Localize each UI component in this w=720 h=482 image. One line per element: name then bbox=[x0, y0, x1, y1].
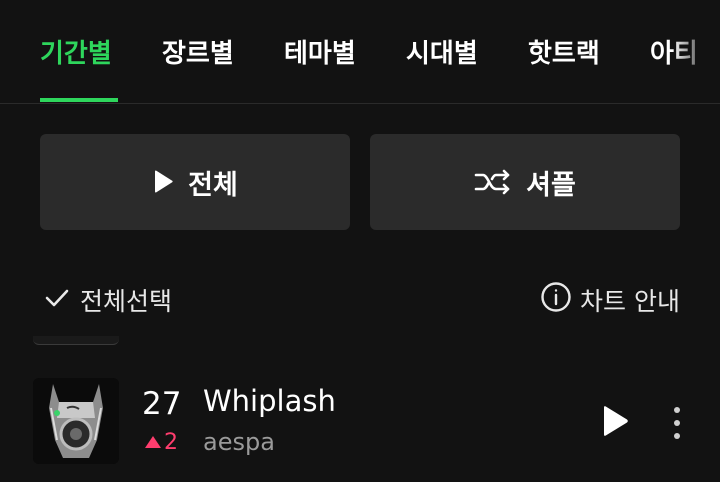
track-title: Whiplash bbox=[203, 384, 336, 418]
select-all-toggle[interactable]: 전체선택 bbox=[44, 282, 172, 318]
play-track-button[interactable] bbox=[600, 404, 630, 442]
tab-period[interactable]: 기간별 bbox=[40, 34, 112, 74]
shuffle-icon bbox=[474, 169, 512, 195]
play-icon bbox=[600, 406, 630, 442]
category-tabs: 기간별 장르별 테마별 시대별 핫트랙 아티 bbox=[0, 0, 720, 104]
track-row[interactable]: 27 2 Whiplash aespa bbox=[0, 372, 720, 472]
chart-info-button[interactable]: 차트 안내 bbox=[540, 282, 680, 318]
rank-change: 2 bbox=[144, 430, 178, 455]
play-icon bbox=[152, 169, 174, 195]
album-art[interactable] bbox=[33, 378, 119, 464]
rank-change-value: 2 bbox=[164, 430, 178, 455]
check-icon bbox=[44, 286, 70, 315]
track-artist[interactable]: aespa bbox=[203, 428, 275, 456]
tabs-fade-overlay bbox=[672, 30, 720, 82]
tab-genre[interactable]: 장르별 bbox=[162, 34, 234, 74]
tab-theme[interactable]: 테마별 bbox=[284, 34, 356, 74]
rank-up-icon bbox=[144, 430, 162, 455]
play-all-button[interactable]: 전체 bbox=[40, 134, 350, 230]
info-icon bbox=[540, 281, 572, 319]
tab-era[interactable]: 시대별 bbox=[406, 34, 478, 74]
tab-hot-track[interactable]: 핫트랙 bbox=[528, 34, 600, 74]
chart-info-label: 차트 안내 bbox=[580, 287, 680, 316]
track-rank: 27 bbox=[142, 386, 182, 422]
play-all-label: 전체 bbox=[188, 169, 238, 201]
shuffle-label: 셔플 bbox=[526, 169, 576, 201]
active-tab-indicator bbox=[40, 98, 118, 102]
more-options-button[interactable] bbox=[666, 406, 688, 444]
shuffle-button[interactable]: 셔플 bbox=[370, 134, 680, 230]
select-all-label: 전체선택 bbox=[80, 287, 173, 316]
more-vertical-icon bbox=[666, 407, 688, 444]
previous-track-thumbnail bbox=[33, 336, 119, 345]
